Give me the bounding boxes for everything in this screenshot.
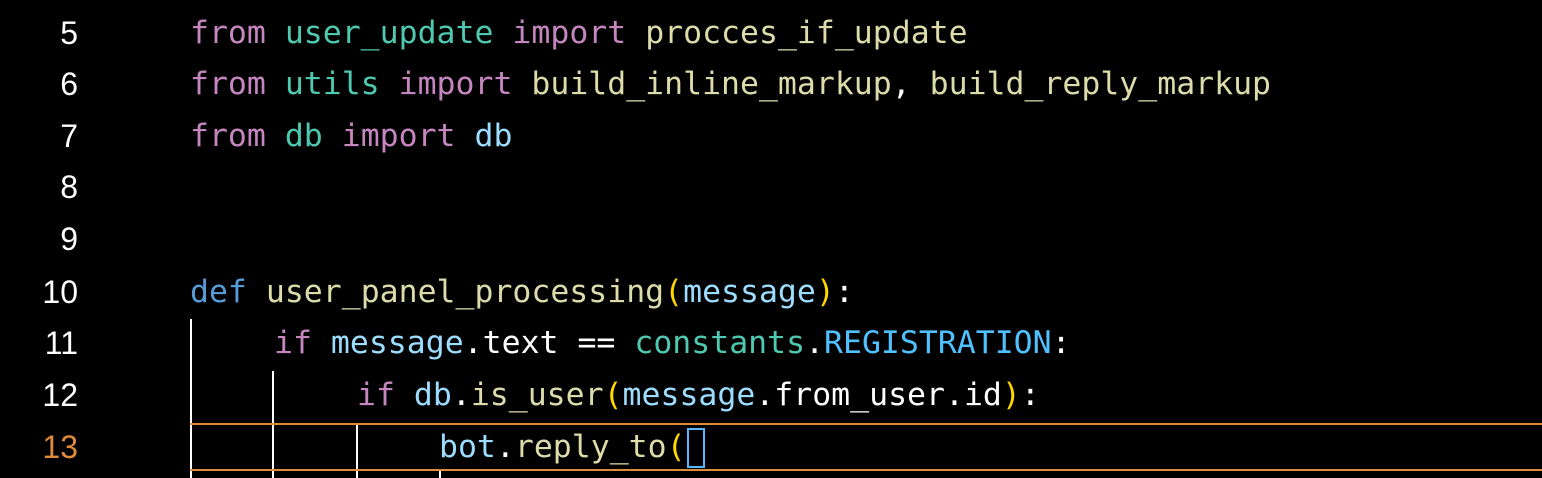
variable-token: bot	[439, 429, 496, 465]
function-token: user_panel_processing	[265, 274, 665, 310]
module-token: user_update	[284, 15, 494, 51]
code-line[interactable]: 9	[0, 213, 1542, 265]
code-text[interactable]: if message.text == constants.REGISTRATIO…	[274, 317, 1071, 369]
code-line[interactable]: 10 def user_panel_processing(message):	[0, 266, 1542, 318]
bracket-token: )	[815, 274, 835, 310]
constant-token: REGISTRATION	[824, 325, 1052, 361]
code-text[interactable]: from user_update import procces_if_updat…	[190, 7, 968, 59]
punctuation-token: :	[1051, 325, 1071, 361]
code-line[interactable]: 7 from db import db	[0, 110, 1542, 162]
bracket-match-cursor	[687, 428, 705, 468]
keyword-token: def	[190, 274, 247, 310]
code-line[interactable]: 5 from user_update import procces_if_upd…	[0, 7, 1542, 59]
line-number: 12	[42, 377, 78, 413]
punctuation-token: .	[805, 325, 825, 361]
punctuation-token: :	[834, 274, 854, 310]
keyword-token: from	[190, 118, 266, 154]
code-line[interactable]: 12 if db.is_user(message.from_user.id):	[0, 369, 1542, 421]
code-line[interactable]: 8	[0, 161, 1542, 213]
punctuation-token: .	[944, 377, 964, 413]
keyword-token: if	[274, 325, 312, 361]
line-number: 7	[60, 118, 78, 154]
bracket-token: (	[666, 429, 686, 465]
line-number: 5	[60, 15, 78, 51]
punctuation-token: :	[1020, 377, 1040, 413]
punctuation-token: .	[463, 325, 483, 361]
code-text[interactable]: from utils import build_inline_markup, b…	[190, 58, 1271, 110]
keyword-token: import	[341, 118, 456, 154]
variable-token: message	[622, 377, 756, 413]
module-token: utils	[284, 66, 380, 102]
line-number: 9	[60, 221, 78, 257]
bracket-token: (	[603, 377, 623, 413]
variable-token: message	[683, 274, 816, 310]
keyword-token: from	[190, 66, 266, 102]
code-line[interactable]: 11 if message.text == constants.REGISTRA…	[0, 317, 1542, 369]
bracket-token: )	[1001, 377, 1021, 413]
variable-token: message	[330, 325, 464, 361]
function-token: is_user	[470, 377, 604, 413]
property-token: from_user	[774, 377, 945, 413]
code-line[interactable]: 6 from utils import build_inline_markup,…	[0, 58, 1542, 110]
function-token: build_reply_markup	[929, 66, 1272, 102]
module-token: db	[284, 118, 323, 154]
punctuation-token: ,	[891, 66, 911, 102]
code-text[interactable]: bot.reply_to(	[439, 421, 686, 473]
line-number: 6	[60, 66, 78, 102]
bracket-token: (	[664, 274, 684, 310]
keyword-token: if	[357, 377, 395, 413]
keyword-token: from	[190, 15, 266, 51]
module-token: constants	[634, 325, 806, 361]
function-token: build_inline_markup	[531, 66, 892, 102]
line-number: 11	[44, 325, 78, 361]
variable-token: db	[474, 118, 513, 154]
code-text[interactable]: from db import db	[190, 110, 512, 162]
code-line-active[interactable]: 13 bot.reply_to(	[0, 421, 1542, 473]
function-token: reply_to	[514, 429, 667, 465]
line-number-active: 13	[42, 429, 78, 465]
punctuation-token: .	[451, 377, 471, 413]
keyword-token: import	[398, 66, 513, 102]
code-text[interactable]: if db.is_user(message.from_user.id):	[357, 369, 1040, 421]
variable-token: db	[413, 377, 452, 413]
function-token: procces_if_update	[645, 15, 968, 51]
line-number: 10	[42, 274, 78, 310]
operator-token: ==	[577, 325, 616, 361]
line-number: 8	[60, 169, 78, 205]
punctuation-token: .	[755, 377, 775, 413]
property-token: text	[482, 325, 559, 361]
property-token: id	[963, 377, 1002, 413]
punctuation-token: .	[495, 429, 515, 465]
code-text[interactable]: def user_panel_processing(message):	[190, 266, 854, 318]
code-editor[interactable]: 5 from user_update import procces_if_upd…	[0, 0, 1542, 478]
keyword-token: import	[512, 15, 627, 51]
